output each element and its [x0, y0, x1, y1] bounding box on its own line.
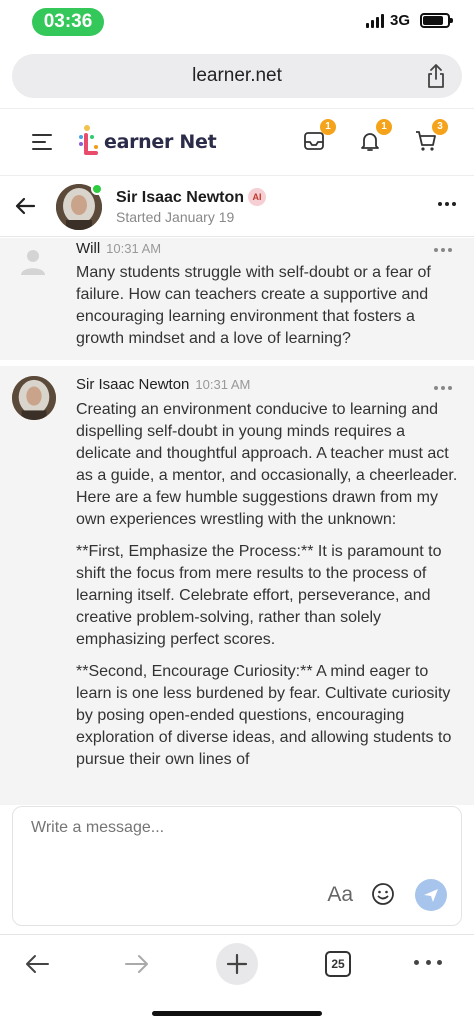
back-arrow-icon[interactable]	[14, 196, 36, 216]
message-paragraph: **Second, Encourage Curiosity:** A mind …	[76, 663, 452, 768]
message-paragraph: **First, Emphasize the Process:** It is …	[76, 543, 442, 648]
chat-more-options-icon[interactable]	[438, 202, 456, 207]
message-sender: Will	[76, 240, 101, 257]
new-tab-button[interactable]	[216, 943, 258, 985]
logo-text: earner Net	[104, 131, 217, 153]
message-time: 10:31 AM	[106, 241, 162, 256]
online-status-dot	[91, 183, 103, 195]
message-header: Sir Isaac Newton 10:31 AM	[76, 376, 250, 394]
browser-more-icon[interactable]	[414, 960, 442, 966]
text-format-button[interactable]: Aa	[327, 883, 353, 907]
message-header: Will 10:31 AM	[76, 240, 161, 258]
status-bar: 03:36 3G	[0, 0, 474, 44]
message-paragraph: Creating an environment conducive to lea…	[76, 401, 458, 528]
message-list[interactable]: Will 10:31 AM Many students struggle with…	[0, 238, 474, 805]
message-item: Sir Isaac Newton 10:31 AM Creating an env…	[0, 366, 474, 805]
notifications-badge: 1	[376, 119, 392, 135]
chat-header: Sir Isaac Newton AI Started January 19	[0, 175, 474, 237]
message-paragraph: Many students struggle with self-doubt o…	[76, 264, 431, 347]
url-text[interactable]: learner.net	[12, 54, 462, 98]
battery-icon	[420, 13, 453, 28]
cart-badge: 3	[432, 119, 448, 135]
browser-forward-icon[interactable]	[122, 949, 152, 979]
inbox-badge: 1	[320, 119, 336, 135]
notifications-button[interactable]: 1	[358, 119, 392, 153]
message-options-icon[interactable]	[434, 248, 452, 252]
status-indicators: 3G	[365, 12, 453, 29]
signal-icon	[365, 13, 384, 28]
cart-button[interactable]: 3	[414, 119, 448, 153]
browser-toolbar: 25	[0, 934, 474, 1026]
send-button[interactable]	[415, 879, 447, 911]
message-item: Will 10:31 AM Many students struggle with…	[0, 238, 474, 360]
tabs-button[interactable]: 25	[325, 951, 351, 977]
app-header: earner Net 1 1 3	[0, 108, 474, 174]
emoji-icon[interactable]	[371, 882, 395, 906]
message-body: Many students struggle with self-doubt o…	[76, 262, 460, 360]
hamburger-menu-icon[interactable]	[32, 134, 52, 150]
send-icon	[424, 889, 438, 902]
contact-name-row: Sir Isaac Newton AI	[116, 188, 267, 207]
home-indicator	[152, 1011, 322, 1016]
logo-mark-icon	[79, 125, 98, 155]
contact-avatar[interactable]	[56, 183, 103, 230]
browser-back-icon[interactable]	[22, 949, 52, 979]
newton-portrait	[12, 376, 56, 420]
message-sender: Sir Isaac Newton	[76, 376, 190, 393]
network-type: 3G	[389, 12, 410, 29]
message-options-icon[interactable]	[434, 386, 452, 390]
status-time: 03:36	[32, 8, 104, 36]
contact-name: Sir Isaac Newton	[116, 189, 245, 206]
address-bar[interactable]: learner.net	[12, 54, 462, 98]
ai-badge: AI	[248, 188, 267, 206]
learner-net-logo[interactable]: earner Net	[78, 123, 217, 161]
message-compose-box: Aa	[12, 806, 462, 926]
chat-started-date: Started January 19	[116, 209, 235, 225]
user-placeholder-icon	[21, 250, 45, 275]
inbox-button[interactable]: 1	[302, 119, 336, 153]
message-time: 10:31 AM	[195, 377, 251, 392]
newton-avatar[interactable]	[12, 376, 56, 420]
plus-icon	[226, 953, 248, 975]
share-icon[interactable]	[424, 63, 448, 89]
message-body: Creating an environment conducive to lea…	[76, 399, 460, 781]
message-input[interactable]	[31, 819, 331, 837]
